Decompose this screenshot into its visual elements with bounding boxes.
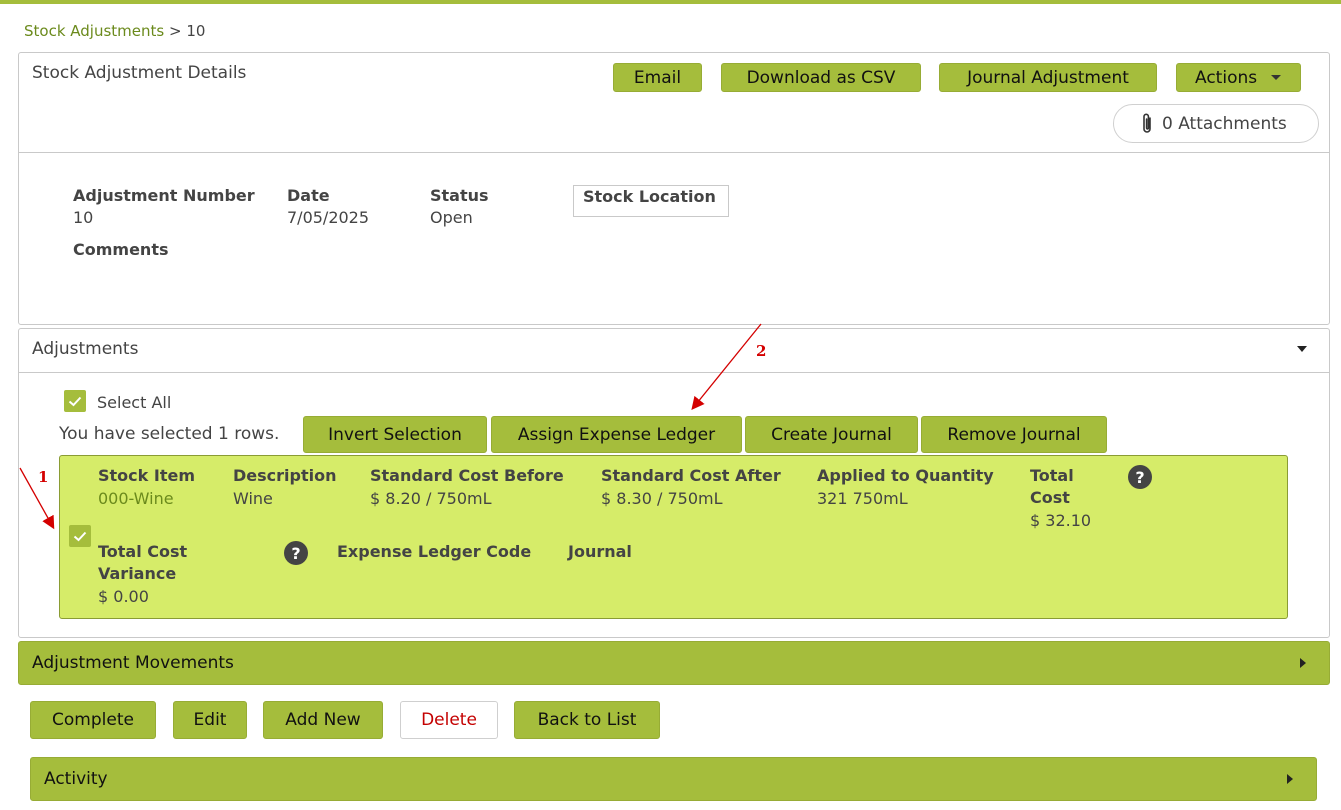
add-new-button[interactable]: Add New (263, 701, 383, 739)
journal-adjustment-button[interactable]: Journal Adjustment (939, 63, 1157, 92)
attachments-button[interactable]: 0 Attachments (1113, 104, 1319, 143)
help-icon-total-cost[interactable]: ? (1128, 465, 1152, 489)
cost-before-label: Standard Cost Before (370, 466, 564, 485)
comments-label: Comments (73, 240, 169, 259)
applied-quantity-label: Applied to Quantity (817, 466, 994, 485)
breadcrumb-separator: > (164, 22, 187, 40)
actions-dropdown-button[interactable]: Actions (1176, 63, 1301, 92)
total-cost-label-line2: Cost (1030, 488, 1070, 507)
status-label: Status (430, 186, 489, 205)
complete-button[interactable]: Complete (30, 701, 156, 739)
top-accent-bar (0, 0, 1341, 4)
select-all-checkbox[interactable] (64, 390, 86, 412)
row-checkbox[interactable] (69, 525, 91, 547)
checkmark-icon (73, 531, 87, 541)
description-label: Description (233, 466, 337, 485)
description-value: Wine (233, 489, 273, 508)
variance-value: $ 0.00 (98, 587, 149, 606)
breadcrumb: Stock Adjustments > 10 (24, 22, 205, 40)
attachments-label: 0 Attachments (1162, 113, 1287, 134)
selected-rows-text: You have selected 1 rows. (59, 424, 280, 444)
details-divider (19, 152, 1329, 153)
email-button[interactable]: Email (613, 63, 702, 92)
select-all-label[interactable]: Select All (97, 393, 171, 412)
stock-location-label: Stock Location (583, 187, 716, 206)
date-label: Date (287, 186, 330, 205)
collapse-adjustments-icon[interactable] (1297, 346, 1307, 352)
expand-movements-icon[interactable] (1300, 658, 1306, 668)
paperclip-icon (1143, 113, 1151, 133)
cost-before-value: $ 8.20 / 750mL (370, 489, 492, 508)
adjustment-movements-title: Adjustment Movements (32, 653, 234, 673)
help-icon-variance[interactable]: ? (284, 541, 308, 565)
stock-item-label: Stock Item (98, 466, 195, 485)
remove-journal-button[interactable]: Remove Journal (921, 416, 1107, 453)
adjustment-number-label: Adjustment Number (73, 186, 255, 205)
adjustment-movements-bar[interactable]: Adjustment Movements (18, 641, 1330, 685)
breadcrumb-current: 10 (186, 22, 206, 40)
activity-bar[interactable]: Activity (30, 757, 1317, 801)
assign-expense-ledger-button[interactable]: Assign Expense Ledger (491, 416, 742, 453)
adjustments-divider (19, 372, 1329, 373)
activity-title: Activity (44, 769, 108, 789)
back-to-list-button[interactable]: Back to List (514, 701, 660, 739)
create-journal-button[interactable]: Create Journal (745, 416, 918, 453)
variance-label-line2: Variance (98, 564, 177, 583)
breadcrumb-link-stock-adjustments[interactable]: Stock Adjustments (24, 22, 164, 40)
adjustment-number-value: 10 (73, 208, 94, 227)
actions-label: Actions (1195, 67, 1258, 88)
total-cost-label-line1: Total (1030, 466, 1074, 485)
expand-activity-icon[interactable] (1287, 774, 1293, 784)
adjustments-title: Adjustments (32, 339, 139, 359)
annotation-label-2: 2 (756, 342, 767, 360)
status-value: Open (430, 208, 473, 227)
delete-button[interactable]: Delete (400, 701, 498, 739)
checkmark-icon (68, 396, 82, 406)
expense-ledger-code-label: Expense Ledger Code (337, 542, 532, 561)
annotation-label-1: 1 (38, 468, 49, 486)
details-title: Stock Adjustment Details (32, 63, 247, 83)
stock-item-link[interactable]: 000-Wine (98, 489, 174, 508)
edit-button[interactable]: Edit (173, 701, 247, 739)
variance-label-line1: Total Cost (98, 542, 188, 561)
cost-after-label: Standard Cost After (601, 466, 781, 485)
invert-selection-button[interactable]: Invert Selection (303, 416, 487, 453)
total-cost-value: $ 32.10 (1030, 511, 1092, 530)
applied-quantity-value: 321 750mL (817, 489, 908, 508)
caret-down-icon (1271, 75, 1282, 80)
download-csv-button[interactable]: Download as CSV (721, 63, 921, 92)
cost-after-value: $ 8.30 / 750mL (601, 489, 723, 508)
journal-label: Journal (568, 542, 632, 561)
date-value: 7/05/2025 (287, 208, 370, 227)
